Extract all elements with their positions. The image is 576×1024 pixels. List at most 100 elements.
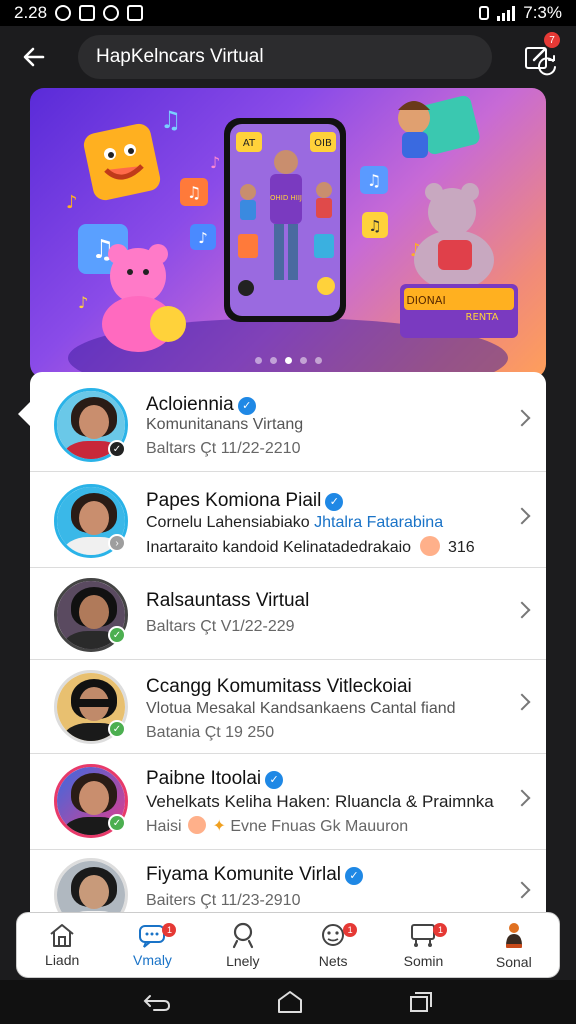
search-icon xyxy=(232,922,253,949)
svg-text:OHID HIIJ: OHID HIIJ xyxy=(270,194,302,202)
item-title: Paibne Itoolai xyxy=(146,768,262,789)
item-subtitle: Vehelkats Keliha Haken: Rluancla & Praim… xyxy=(146,792,494,811)
signal-icon xyxy=(497,5,516,21)
chevron-right-icon xyxy=(513,507,531,525)
svg-text:OIB: OIB xyxy=(314,138,332,149)
item-count: 316 xyxy=(447,539,475,556)
carousel-dot[interactable] xyxy=(269,357,277,364)
svg-text:♪: ♪ xyxy=(210,153,220,172)
item-title: Acloiennia xyxy=(146,394,234,415)
svg-text:♪: ♪ xyxy=(66,192,78,213)
svg-text:DIONAI: DIONAI xyxy=(406,294,445,307)
media-icon xyxy=(103,5,120,21)
svg-text:♫: ♫ xyxy=(160,106,182,134)
status-indicator-icon: ✓ xyxy=(108,440,126,458)
verified-icon: ✓ xyxy=(265,771,284,789)
status-indicator-icon: › xyxy=(108,534,126,552)
nav-item-profile[interactable]: Sonal xyxy=(469,913,559,977)
nav-item-home[interactable]: Liadn xyxy=(17,913,107,977)
svg-text:♫: ♫ xyxy=(187,183,201,202)
edit-icon xyxy=(525,47,547,69)
bottom-navigation: Liadn 1 Vmaly Lnely 1 Nets 1 Somin Sonal xyxy=(16,912,560,978)
community-list: ✓ Acloiennia ✓ Komunitanans Virtang Balta… xyxy=(30,372,546,932)
system-navigation xyxy=(0,980,576,1024)
item-link[interactable]: Jhtalra Fatarabina xyxy=(314,514,443,531)
carousel-dot-active[interactable] xyxy=(284,357,292,364)
back-button[interactable] xyxy=(6,29,62,85)
emoji-icon xyxy=(188,816,207,834)
svg-text:♫: ♫ xyxy=(367,171,381,190)
carousel-dots[interactable] xyxy=(30,357,546,364)
nav-item-cart[interactable]: 1 Somin xyxy=(378,913,468,977)
notification-icon xyxy=(79,5,96,21)
item-meta: Baltars Çt V1/22-229 xyxy=(146,618,295,635)
item-meta: Inartaraito kandoid Kelinatadedrakaio xyxy=(146,539,412,556)
status-time: 2.28 xyxy=(14,3,48,22)
item-meta: Batania Çt 19 250 xyxy=(146,724,275,741)
nav-badge: 1 xyxy=(343,923,358,937)
item-meta: Baiters Çt 11/23-2910 xyxy=(146,892,301,909)
item-subtitle: Cornelu Lahensiabiako xyxy=(146,514,315,531)
nav-label: Nets xyxy=(318,953,348,969)
list-item[interactable]: ✓ Acloiennia ✓ Komunitanans Virtang Balta… xyxy=(30,372,546,472)
home-icon xyxy=(50,924,74,947)
chevron-right-icon xyxy=(513,693,531,711)
list-item[interactable]: ✓ Ccangg Komumitass Vitleckoiai Vlotua M… xyxy=(30,660,546,754)
verified-icon: ✓ xyxy=(345,867,364,885)
svg-text:♪: ♪ xyxy=(198,229,208,247)
hero-banner[interactable]: ♫ ♫ ♪ ♫ ♫ ♫ ♪ ♪ ♪ ♪ AT OIB OHID HIIJ DIO… xyxy=(30,88,546,378)
title-search-field[interactable]: HapKelncars Virtual xyxy=(78,35,556,79)
item-meta: Evne Fnuas Gk Mauuron xyxy=(230,818,409,835)
svg-text:♫: ♫ xyxy=(368,217,381,235)
nav-badge: 1 xyxy=(162,923,177,937)
status-indicator-icon: ✓ xyxy=(108,626,126,644)
pink-bear-figure xyxy=(102,244,186,352)
status-indicator-icon: ✓ xyxy=(108,720,126,738)
nav-label: Liadn xyxy=(45,952,80,968)
emoji-cube-icon xyxy=(83,123,161,201)
bear-on-pedestal-figure: DIONAI RENTA xyxy=(400,183,518,338)
sim-icon xyxy=(479,6,490,20)
chevron-right-icon xyxy=(513,409,531,427)
system-back-icon[interactable] xyxy=(142,991,172,1013)
profile-icon xyxy=(505,923,522,948)
item-meta-prefix: Haisi xyxy=(146,818,182,835)
carousel-dot[interactable] xyxy=(254,357,262,364)
nav-label: Somin xyxy=(403,953,444,969)
nav-item-search[interactable]: Lnely xyxy=(198,913,288,977)
chevron-right-icon xyxy=(513,601,531,619)
nav-item-chat[interactable]: 1 Vmaly xyxy=(107,913,197,977)
clock-icon xyxy=(55,5,72,21)
page-title: HapKelncars Virtual xyxy=(96,46,264,67)
svg-text:RENTA: RENTA xyxy=(466,312,499,323)
waving-character-figure xyxy=(398,95,480,158)
list-item[interactable]: ✓ Ralsauntass Virtual Baltars Çt V1/22-2… xyxy=(30,568,546,660)
app-icon xyxy=(127,5,144,21)
emoji-icon xyxy=(419,536,440,556)
hero-illustration: ♫ ♫ ♪ ♫ ♫ ♫ ♪ ♪ ♪ ♪ AT OIB OHID HIIJ DIO… xyxy=(66,95,518,378)
verified-icon: ✓ xyxy=(237,397,256,415)
svg-text:♪: ♪ xyxy=(78,293,88,312)
nav-badge: 1 xyxy=(433,923,448,937)
carousel-dot[interactable] xyxy=(314,357,322,364)
compose-button[interactable]: 7 xyxy=(518,32,560,76)
nav-label: Vmaly xyxy=(133,952,172,968)
phone-mockup: AT OIB OHID HIIJ xyxy=(224,118,346,322)
system-home-icon[interactable] xyxy=(277,990,303,1014)
chevron-right-icon xyxy=(513,881,531,899)
carousel-dot[interactable] xyxy=(299,357,307,364)
nav-item-groups[interactable]: 1 Nets xyxy=(288,913,378,977)
app-bar: HapKelncars Virtual 7 xyxy=(0,26,576,88)
item-title: Ccangg Komumitass Vitleckoiai xyxy=(146,676,412,697)
system-recents-icon[interactable] xyxy=(408,990,434,1014)
list-item[interactable]: › Papes Komiona Piail ✓ Cornelu Lahensiab… xyxy=(30,472,546,568)
nav-label: Sonal xyxy=(495,954,532,970)
item-title: Fiyama Komunite Virlal xyxy=(146,864,342,885)
item-title: Papes Komiona Piail xyxy=(146,490,322,511)
item-subtitle: Komunitanans Virtang xyxy=(146,416,304,433)
list-item[interactable]: ✓ Paibne Itoolai ✓ Vehelkats Keliha Haken… xyxy=(30,754,546,850)
svg-text:AT: AT xyxy=(243,138,256,149)
list-pointer xyxy=(18,402,30,426)
status-indicator-icon: ✓ xyxy=(108,814,126,832)
compose-badge: 7 xyxy=(544,32,560,48)
